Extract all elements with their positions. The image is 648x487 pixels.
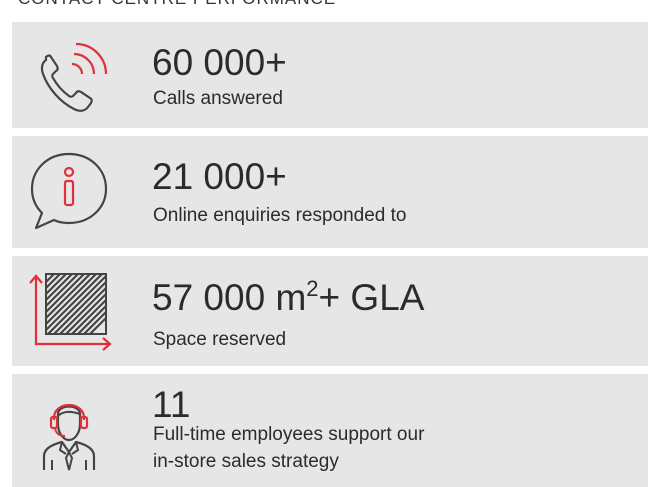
floor-area-icon (29, 273, 112, 351)
enquiries-count: 21 000+ (152, 156, 287, 197)
phone-calling-icon (40, 42, 108, 112)
calls-label: Calls answered (153, 88, 283, 109)
space-label: Space reserved (153, 329, 287, 350)
stat-row-space: 57 000 m2+ GLA Space reserved (12, 256, 648, 366)
info-speech-bubble-icon (30, 152, 108, 230)
employees-label: Full-time employees support our in-store… (153, 421, 424, 475)
calls-count: 60 000+ (152, 42, 287, 83)
employees-label-line2: in-store sales strategy (153, 451, 339, 472)
space-value: 57 000 m2+ GLA (152, 276, 425, 318)
headset-agent-icon (42, 404, 96, 471)
space-value-exponent: 2 (306, 276, 319, 301)
section-heading: CONTACT CENTRE PERFORMANCE (18, 0, 336, 9)
stat-row-calls: 60 000+ Calls answered (12, 22, 648, 128)
employees-count: 11 (152, 384, 191, 425)
stat-row-employees: 11 Full-time employees support our in-st… (12, 374, 648, 487)
enquiries-label: Online enquiries responded to (153, 205, 407, 226)
space-value-suffix: + GLA (318, 277, 425, 318)
space-value-main: 57 000 m (152, 277, 307, 318)
stat-row-enquiries: 21 000+ Online enquiries responded to (12, 136, 648, 248)
employees-label-line1: Full-time employees support our (153, 424, 425, 445)
